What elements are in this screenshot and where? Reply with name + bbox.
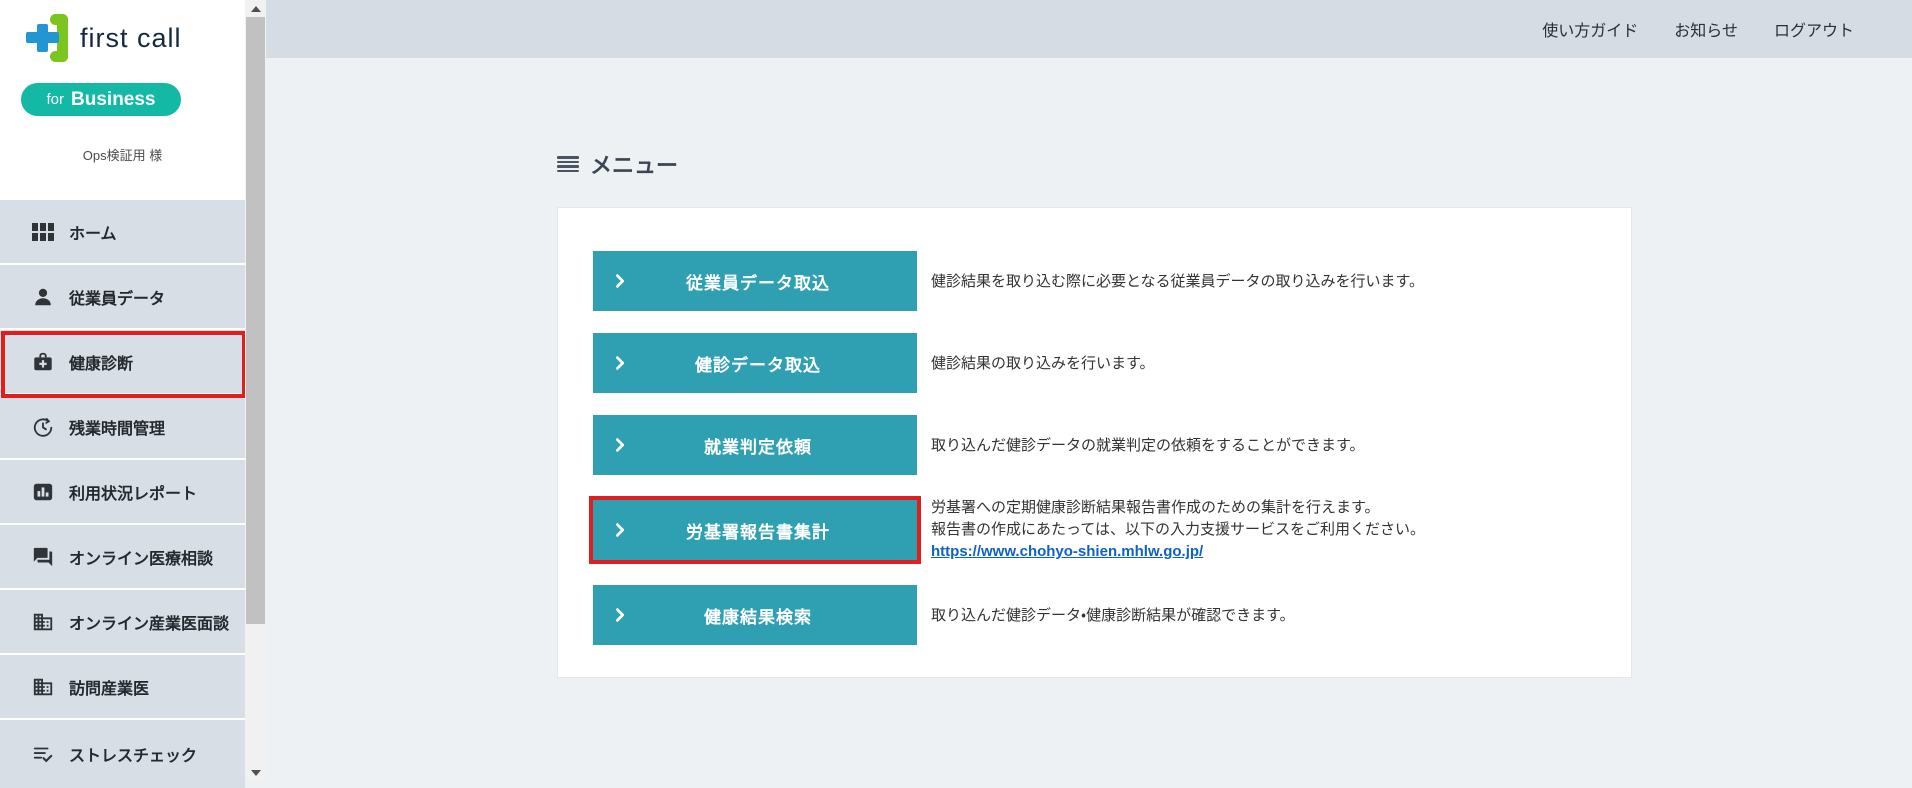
- clock-refresh-icon: [30, 415, 56, 439]
- chat-icon: [30, 545, 56, 569]
- bar-chart-icon: [30, 480, 56, 504]
- menu-description: 取り込んだ健診データ・健康診断結果が確認できます。: [931, 606, 1295, 624]
- menu-button-employee-data-import[interactable]: 従業員データ取込: [593, 251, 917, 311]
- sidebar-item-home[interactable]: ホーム: [0, 200, 245, 265]
- sidebar-item-label: オンライン医療相談: [69, 550, 214, 568]
- main-content: メニュー 従業員データ取込 健診結果を取り込む際に必要となる従業員データの取り込…: [266, 58, 1912, 781]
- sidebar-item-visiting-occupational[interactable]: 訪問産業医: [0, 655, 245, 720]
- menu-row-health-result-search: 健康結果検索 取り込んだ健診データ・健康診断結果が確認できます。: [593, 585, 1631, 645]
- menu-description: 健診結果の取り込みを行います。: [931, 354, 1155, 372]
- page-title: メニュー: [590, 153, 679, 178]
- scrollbar-thumb[interactable]: [246, 17, 265, 624]
- menu-description: 取り込んだ健診データの就業判定の依頼をすることができます。: [931, 436, 1365, 454]
- sidebar-item-label: 残業時間管理: [69, 420, 166, 438]
- sidebar: first call for Business Ops検証用 様 ホーム 従業員…: [0, 0, 246, 788]
- sidebar-scrollbar[interactable]: [245, 0, 266, 781]
- brand-area: first call for Business Ops検証用 様: [0, 0, 245, 200]
- sidebar-item-label: ストレスチェック: [69, 748, 198, 765]
- menu-description: 健診結果を取り込む際に必要となる従業員データの取り込みを行います。: [931, 272, 1425, 290]
- menu-icon: [557, 156, 579, 172]
- sidebar-item-employee-data[interactable]: 従業員データ: [0, 265, 245, 330]
- menu-row-labor-bureau-report: 労基署報告書集計 労基署への定期健康診断結果報告書作成のための集計を行えます。 …: [589, 496, 1631, 564]
- grid-icon: [30, 220, 56, 244]
- scroll-down-button[interactable]: [245, 764, 266, 781]
- menu-button-checkup-data-import[interactable]: 健診データ取込: [593, 333, 917, 393]
- chevron-right-icon: [611, 521, 629, 539]
- scroll-up-button[interactable]: [245, 0, 266, 17]
- arrow-up-icon: [250, 5, 261, 12]
- list-check-icon: [30, 742, 56, 766]
- menu-row-work-judgment-request: 就業判定依頼 取り込んだ健診データの就業判定の依頼をすることができます。: [593, 415, 1631, 475]
- arrow-down-icon: [250, 769, 261, 776]
- sidebar-item-usage-report[interactable]: 利用状況レポート: [0, 460, 245, 525]
- building-icon: [30, 675, 56, 699]
- sidebar-item-label: 訪問産業医: [69, 680, 150, 698]
- menu-description: 労基署への定期健康診断結果報告書作成のための集計を行えます。 報告書の作成にあた…: [931, 499, 1425, 560]
- menu-row-employee-data-import: 従業員データ取込 健診結果を取り込む際に必要となる従業員データの取り込みを行いま…: [593, 251, 1631, 311]
- topbar: 使い方ガイド お知らせ ログアウト: [266, 0, 1912, 58]
- chevron-right-icon: [611, 272, 629, 290]
- chevron-right-icon: [611, 606, 629, 624]
- menu-row-checkup-data-import: 健診データ取込 健診結果の取り込みを行います。: [593, 333, 1631, 393]
- notice-link[interactable]: お知らせ: [1674, 17, 1738, 41]
- menu-button-work-judgment-request[interactable]: 就業判定依頼: [593, 415, 917, 475]
- chevron-right-icon: [611, 354, 629, 372]
- menu-card: 従業員データ取込 健診結果を取り込む際に必要となる従業員データの取り込みを行いま…: [557, 207, 1632, 678]
- sidebar-item-health-checkup[interactable]: 健康診断: [0, 330, 246, 398]
- sidebar-item-label: 従業員データ: [69, 290, 166, 308]
- user-name: Ops検証用 様: [82, 148, 163, 163]
- brand-name: first call: [80, 22, 182, 53]
- guide-link[interactable]: 使い方ガイド: [1542, 17, 1638, 41]
- menu-button-labor-bureau-report[interactable]: 労基署報告書集計: [593, 500, 917, 560]
- sidebar-item-overtime[interactable]: 残業時間管理: [0, 395, 245, 460]
- sidebar-item-online-occupational[interactable]: オンライン産業医面談: [0, 590, 245, 655]
- sidebar-item-label: ホーム: [69, 225, 117, 243]
- medical-bag-icon: [30, 350, 56, 374]
- building-icon: [30, 610, 56, 634]
- chevron-right-icon: [611, 436, 629, 454]
- sidebar-item-label: 利用状況レポート: [69, 485, 198, 503]
- sidebar-menu: ホーム 従業員データ 健康診断 残業時間管理 利用状況レポート オンライン医療相…: [0, 200, 246, 788]
- for-business-badge: for Business: [21, 83, 181, 116]
- sidebar-item-online-medical[interactable]: オンライン医療相談: [0, 525, 245, 590]
- sidebar-item-stress-check[interactable]: ストレスチェック: [0, 720, 245, 788]
- first-call-logo-icon: [24, 12, 70, 64]
- logout-link[interactable]: ログアウト: [1774, 17, 1854, 41]
- person-icon: [30, 285, 56, 309]
- sidebar-item-label: 健康診断: [69, 355, 134, 373]
- menu-button-health-result-search[interactable]: 健康結果検索: [593, 585, 917, 645]
- sidebar-item-label: オンライン産業医面談: [69, 615, 230, 633]
- chohyo-shien-link[interactable]: https://www.chohyo-shien.mhlw.go.jp/: [931, 543, 1203, 560]
- page-title-row: メニュー: [557, 148, 678, 180]
